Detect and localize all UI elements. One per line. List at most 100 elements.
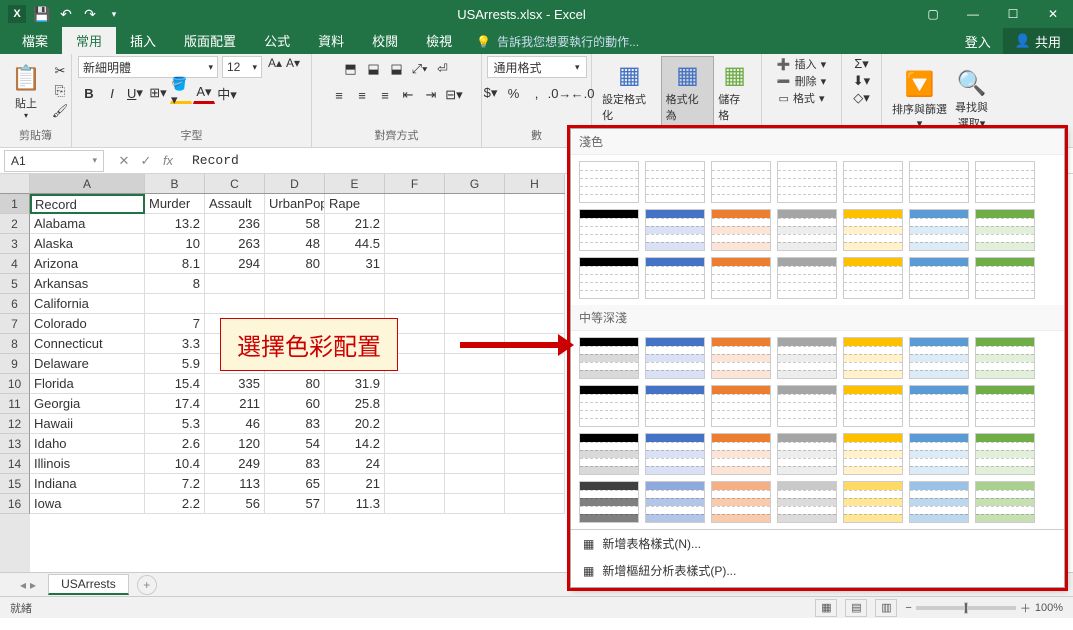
comma-button[interactable]: , (526, 82, 548, 104)
insert-cells-button[interactable]: ➕插入▾ (777, 56, 826, 72)
cell[interactable]: 120 (205, 434, 265, 454)
save-icon[interactable]: 💾 (34, 6, 50, 22)
table-style-thumb[interactable] (975, 257, 1035, 299)
increase-decimal-icon[interactable]: .0→ (549, 82, 571, 104)
cell[interactable]: 211 (205, 394, 265, 414)
cell[interactable]: 5.9 (145, 354, 205, 374)
cell[interactable]: California (30, 294, 145, 314)
cell[interactable] (505, 314, 565, 334)
table-style-thumb[interactable] (777, 385, 837, 427)
zoom-slider[interactable]: −＋100% (905, 600, 1063, 616)
cell[interactable] (445, 194, 505, 214)
cell[interactable]: 44.5 (325, 234, 385, 254)
cell[interactable]: 113 (205, 474, 265, 494)
col-header[interactable]: D (265, 174, 325, 193)
cell[interactable] (325, 294, 385, 314)
sort-filter-button[interactable]: 🔽排序與篩選▾ (888, 67, 951, 132)
cell[interactable]: 294 (205, 254, 265, 274)
number-format-select[interactable]: 通用格式▾ (487, 56, 587, 78)
align-center-icon[interactable]: ≡ (351, 84, 373, 106)
cell[interactable]: 21 (325, 474, 385, 494)
cell[interactable]: Florida (30, 374, 145, 394)
cell[interactable] (505, 474, 565, 494)
format-painter-icon[interactable]: 🖌 (50, 102, 70, 120)
table-style-thumb[interactable] (843, 481, 903, 523)
tell-me[interactable]: 💡告訴我您想要執行的動作... (466, 29, 649, 54)
align-top-icon[interactable]: ⬒ (340, 58, 362, 80)
maximize-button[interactable]: ☐ (993, 0, 1033, 28)
currency-button[interactable]: $▾ (480, 82, 502, 104)
cell[interactable] (385, 194, 445, 214)
row-header[interactable]: 8 (0, 334, 30, 354)
delete-cells-button[interactable]: ➖刪除▾ (777, 73, 826, 89)
close-button[interactable]: ✕ (1033, 0, 1073, 28)
cell[interactable]: 13.2 (145, 214, 205, 234)
cell[interactable]: 8.1 (145, 254, 205, 274)
row-header[interactable]: 4 (0, 254, 30, 274)
cell[interactable] (445, 394, 505, 414)
cell[interactable]: Rape (325, 194, 385, 214)
undo-icon[interactable]: ↶ (58, 6, 74, 22)
table-style-thumb[interactable] (975, 337, 1035, 379)
cell[interactable]: 17.4 (145, 394, 205, 414)
cell[interactable] (385, 394, 445, 414)
col-header[interactable]: E (325, 174, 385, 193)
cell[interactable]: Idaho (30, 434, 145, 454)
table-style-thumb[interactable] (645, 209, 705, 251)
cells-area[interactable]: RecordMurderAssaultUrbanPopRapeAlabama13… (30, 194, 565, 572)
table-style-thumb[interactable] (909, 433, 969, 475)
cell[interactable]: 48 (265, 234, 325, 254)
decrease-decimal-icon[interactable]: ←.0 (572, 82, 594, 104)
table-style-thumb[interactable] (777, 481, 837, 523)
cell[interactable]: 65 (265, 474, 325, 494)
table-style-thumb[interactable] (975, 161, 1035, 203)
tab-view[interactable]: 檢視 (412, 27, 466, 54)
table-style-thumb[interactable] (711, 337, 771, 379)
paste-button[interactable]: 📋 貼上▾ (6, 61, 46, 122)
cell[interactable]: 11.3 (325, 494, 385, 514)
col-header[interactable]: H (505, 174, 565, 193)
cell[interactable] (505, 294, 565, 314)
cell[interactable]: 54 (265, 434, 325, 454)
increase-indent-icon[interactable]: ⇥ (420, 84, 442, 106)
cell[interactable]: 31 (325, 254, 385, 274)
find-select-button[interactable]: 🔍尋找與選取▾ (951, 65, 992, 133)
table-style-thumb[interactable] (843, 161, 903, 203)
cell[interactable]: 56 (205, 494, 265, 514)
cell[interactable] (385, 294, 445, 314)
table-style-thumb[interactable] (711, 209, 771, 251)
cell[interactable]: 60 (265, 394, 325, 414)
table-style-thumb[interactable] (975, 433, 1035, 475)
table-style-thumb[interactable] (777, 209, 837, 251)
table-style-thumb[interactable] (579, 161, 639, 203)
table-style-thumb[interactable] (711, 433, 771, 475)
page-layout-view-icon[interactable]: ▤ (845, 599, 867, 617)
cell[interactable]: 263 (205, 234, 265, 254)
fill-button[interactable]: ⬇▾ (853, 73, 870, 89)
align-bottom-icon[interactable]: ⬓ (386, 58, 408, 80)
cell[interactable] (385, 474, 445, 494)
cell[interactable]: 20.2 (325, 414, 385, 434)
font-name-select[interactable]: 新細明體▾ (78, 56, 218, 78)
col-header[interactable]: B (145, 174, 205, 193)
cell[interactable] (385, 494, 445, 514)
row-header[interactable]: 2 (0, 214, 30, 234)
cell[interactable]: Alaska (30, 234, 145, 254)
table-style-thumb[interactable] (777, 161, 837, 203)
share-button[interactable]: 👤共用 (1003, 28, 1073, 54)
font-color-button[interactable]: A▾ (193, 82, 215, 104)
cell[interactable] (145, 294, 205, 314)
cell[interactable] (445, 314, 505, 334)
table-style-thumb[interactable] (909, 337, 969, 379)
table-style-thumb[interactable] (645, 337, 705, 379)
table-style-thumb[interactable] (975, 481, 1035, 523)
cell[interactable]: 15.4 (145, 374, 205, 394)
copy-icon[interactable]: ⎘ (50, 82, 70, 100)
normal-view-icon[interactable]: ▦ (815, 599, 837, 617)
cell[interactable] (445, 254, 505, 274)
row-header[interactable]: 12 (0, 414, 30, 434)
percent-button[interactable]: % (503, 82, 525, 104)
cell[interactable]: 80 (265, 254, 325, 274)
cell[interactable]: 14.2 (325, 434, 385, 454)
align-left-icon[interactable]: ≡ (328, 84, 350, 106)
